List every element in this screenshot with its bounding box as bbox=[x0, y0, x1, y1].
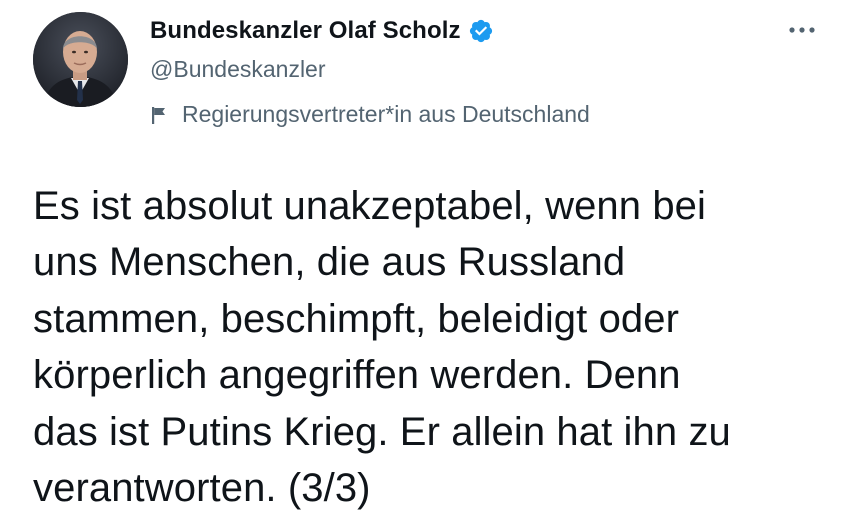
tweet-card: Bundeskanzler Olaf Scholz @Bundeskanzler… bbox=[0, 0, 851, 510]
government-label-text: Regierungsvertreter*in aus Deutschland bbox=[182, 101, 590, 127]
tweet-text: Es ist absolut unakzeptabel, wenn bei un… bbox=[33, 184, 731, 511]
name-row: Bundeskanzler Olaf Scholz bbox=[150, 14, 494, 48]
author-display-name[interactable]: Bundeskanzler Olaf Scholz bbox=[150, 17, 461, 45]
author-avatar[interactable] bbox=[33, 12, 128, 107]
flag-icon bbox=[150, 104, 172, 126]
verified-badge-icon bbox=[468, 18, 494, 44]
author-handle[interactable]: @Bundeskanzler bbox=[150, 56, 494, 83]
author-header: Bundeskanzler Olaf Scholz @Bundeskanzler bbox=[150, 14, 494, 83]
more-options-icon[interactable] bbox=[785, 20, 819, 40]
profile-photo-icon bbox=[33, 12, 128, 107]
government-label[interactable]: Regierungsvertreter*in aus Deutschland bbox=[150, 101, 590, 128]
